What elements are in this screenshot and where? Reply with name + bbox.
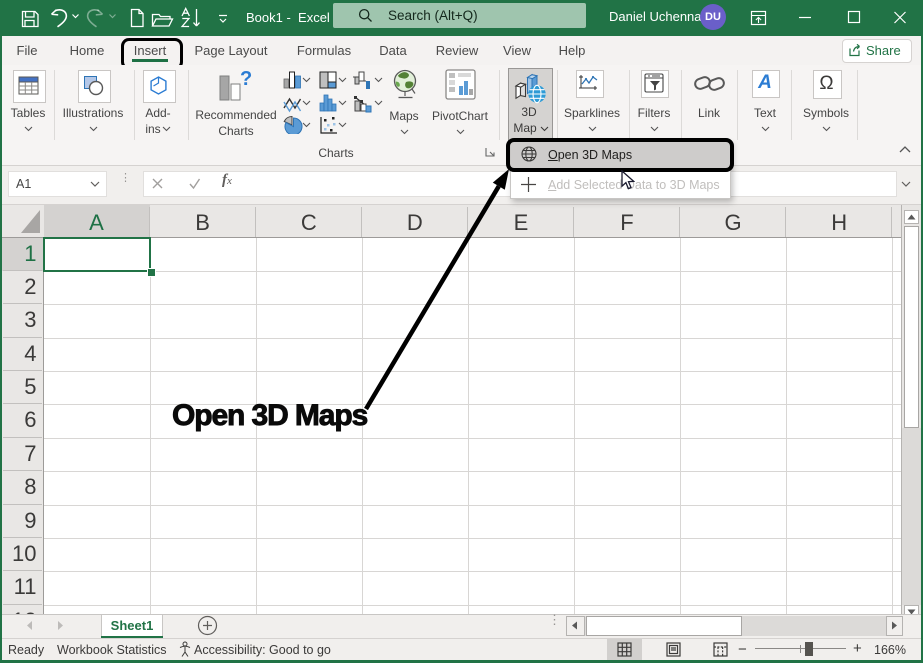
svg-text:?: ? [240,68,252,90]
